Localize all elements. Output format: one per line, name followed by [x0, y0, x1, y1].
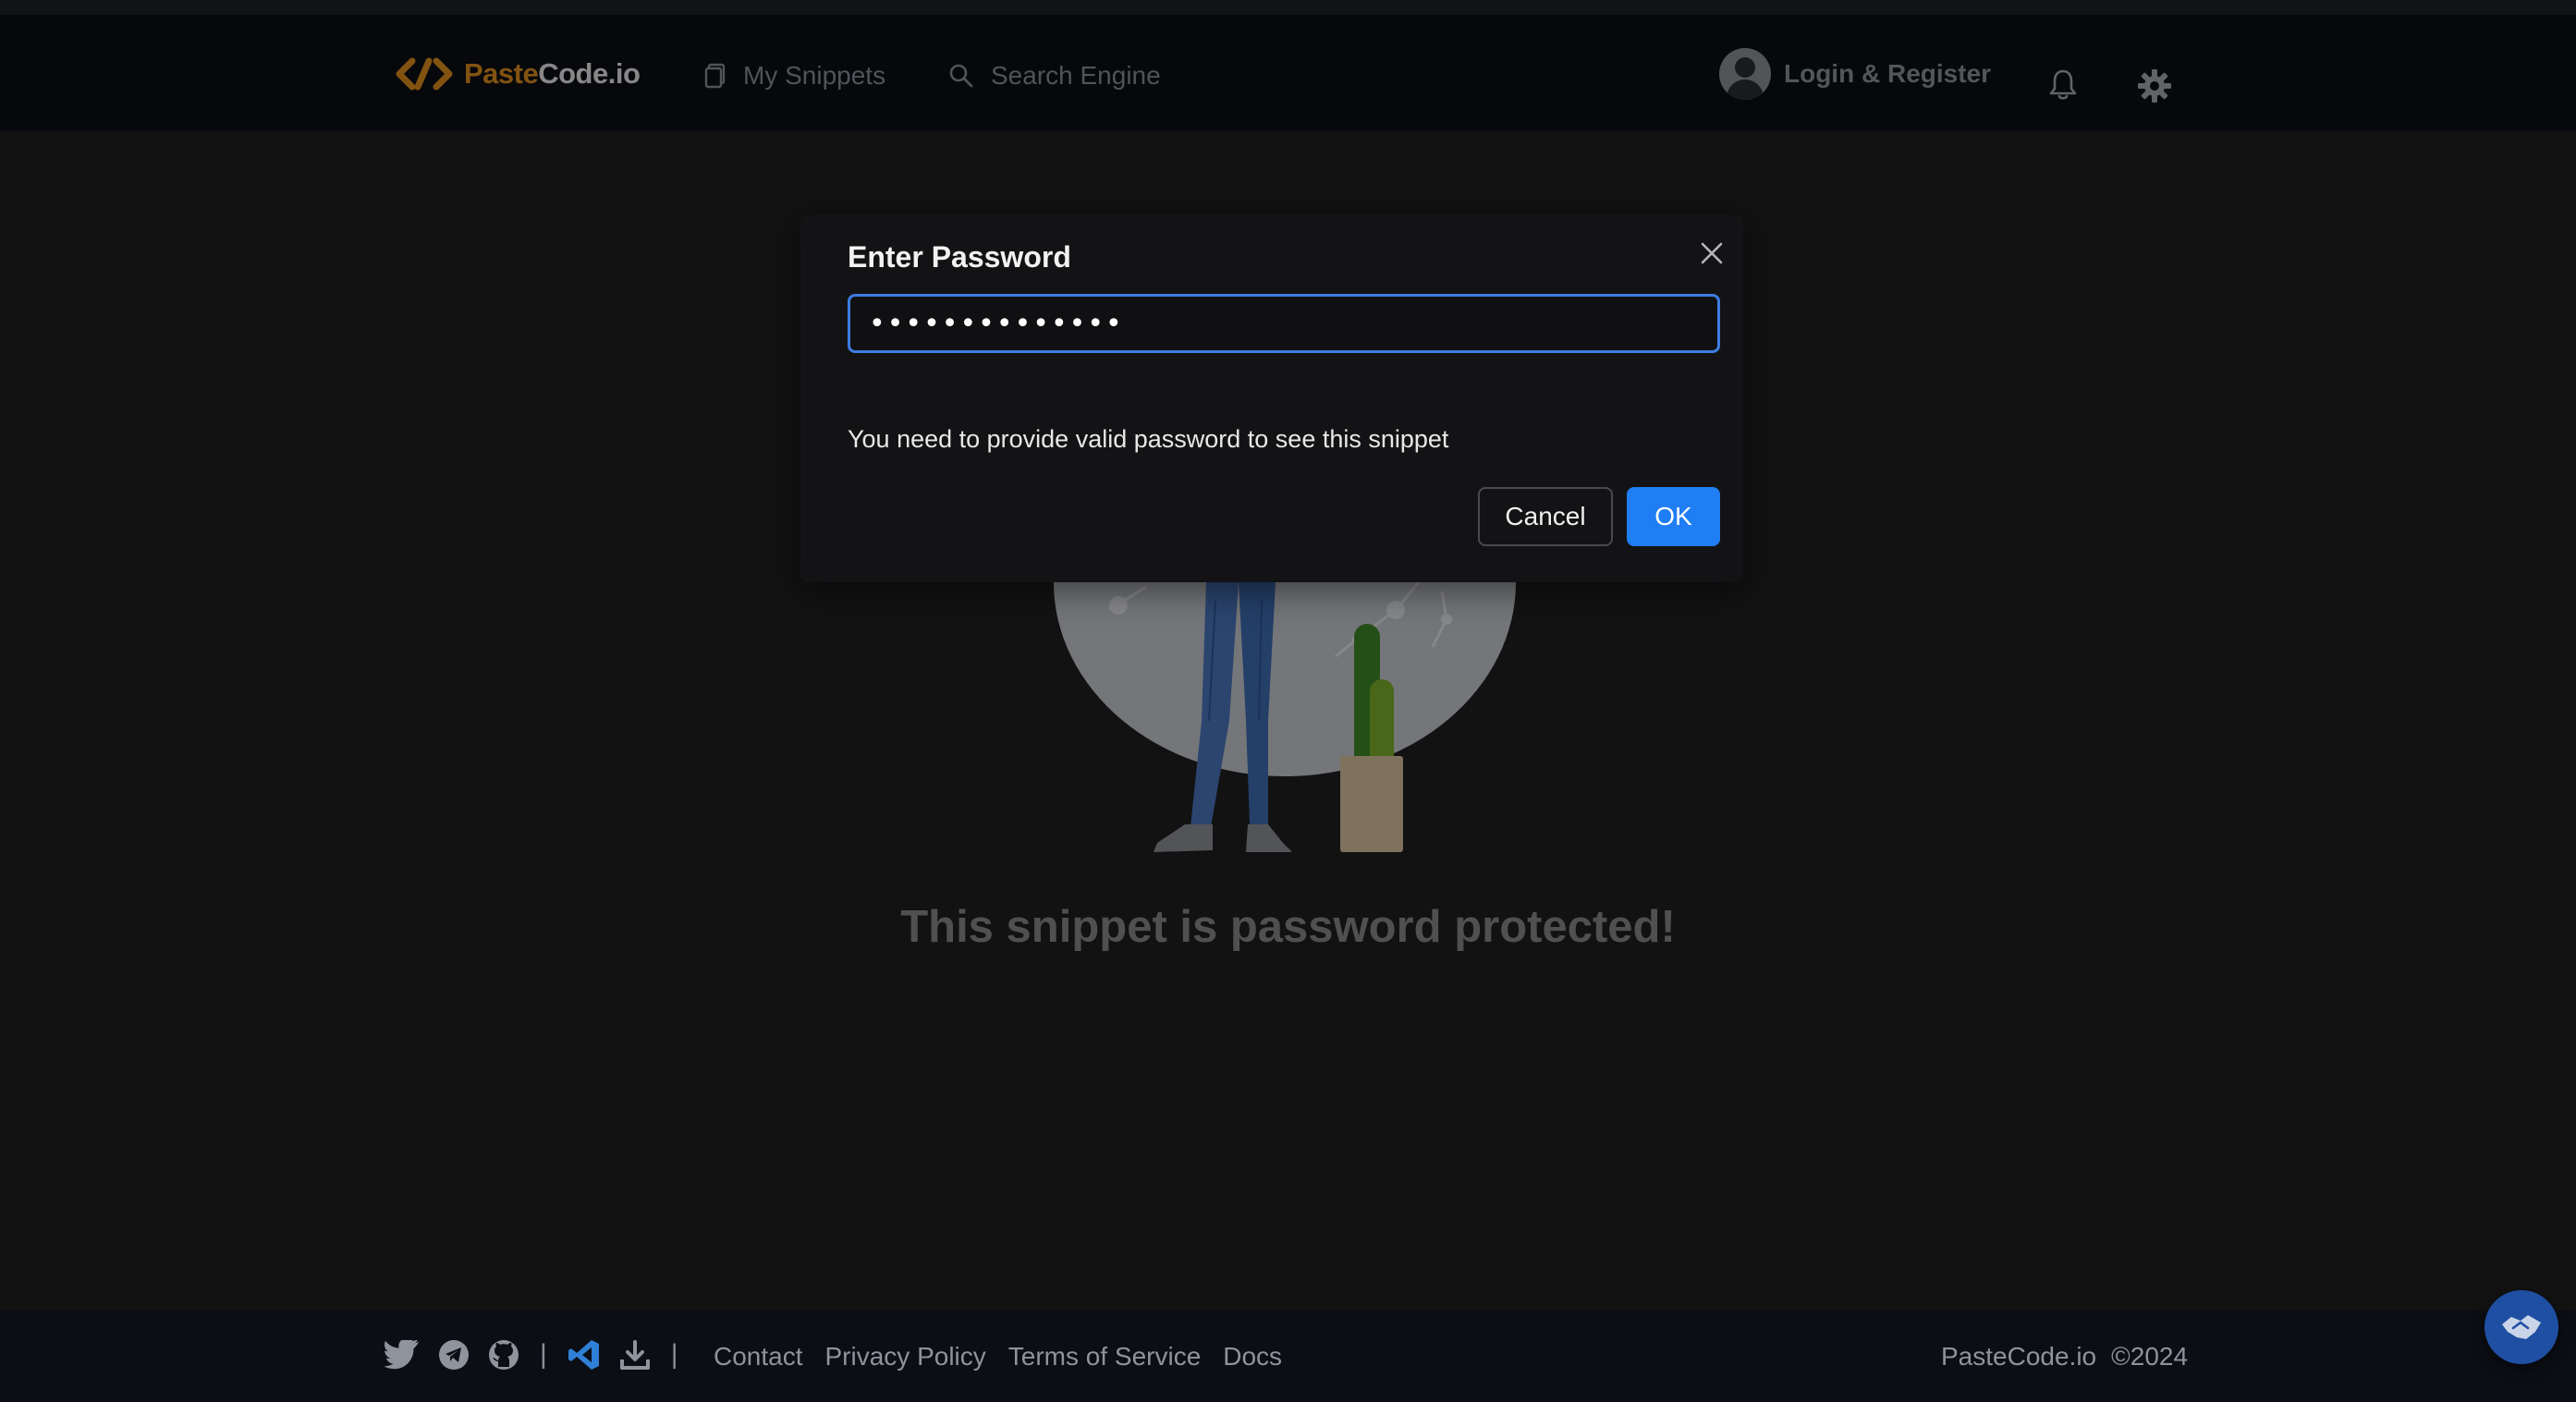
copyright: PasteCode.io ©2024	[1941, 1342, 2188, 1372]
footer-link-contact[interactable]: Contact	[714, 1342, 803, 1372]
footer-separator: |	[540, 1339, 547, 1370]
footer-link-docs[interactable]: Docs	[1223, 1342, 1282, 1372]
ok-button[interactable]: OK	[1627, 487, 1720, 546]
password-dialog: Enter Password You need to provide valid…	[800, 214, 1743, 582]
footer: | | Contact Privacy Policy Terms of Serv…	[0, 1311, 2576, 1402]
footer-link-terms[interactable]: Terms of Service	[1008, 1342, 1202, 1372]
telegram-icon[interactable]	[438, 1339, 470, 1371]
download-icon[interactable]	[619, 1339, 651, 1371]
footer-links: Contact Privacy Policy Terms of Service …	[714, 1342, 1282, 1372]
vscode-icon[interactable]	[568, 1338, 601, 1372]
footer-link-privacy[interactable]: Privacy Policy	[825, 1342, 986, 1372]
footer-social-icons: | |	[385, 1338, 680, 1372]
copyright-year: ©2024	[2111, 1342, 2189, 1371]
chat-support-button[interactable]	[2484, 1290, 2558, 1364]
copyright-name: PasteCode.io	[1941, 1342, 2097, 1371]
validation-message: You need to provide valid password to se…	[848, 425, 1449, 453]
github-icon[interactable]	[488, 1339, 519, 1371]
top-strip	[0, 0, 2576, 15]
dialog-title: Enter Password	[848, 240, 1071, 274]
password-input[interactable]	[848, 294, 1720, 353]
close-icon[interactable]	[1695, 237, 1728, 270]
twitter-icon[interactable]	[385, 1340, 420, 1370]
modal-backdrop[interactable]	[0, 15, 2576, 1311]
cancel-button[interactable]: Cancel	[1478, 487, 1613, 546]
handshake-icon	[2502, 1315, 2541, 1339]
footer-separator: |	[670, 1339, 678, 1370]
